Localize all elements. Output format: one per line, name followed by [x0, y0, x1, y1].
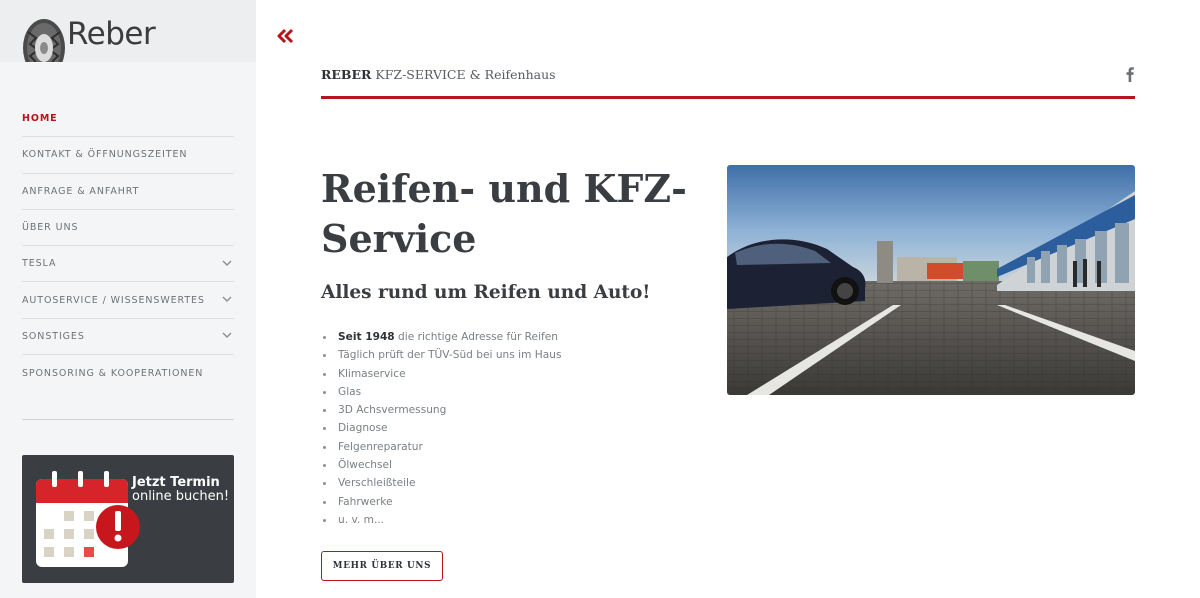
service-list-item: Diagnose — [321, 419, 701, 437]
service-list-item: u. v. m... — [321, 511, 701, 529]
header-divider — [321, 96, 1135, 99]
service-text: Täglich prüft der TÜV-Süd bei uns im Hau… — [338, 349, 562, 362]
sidebar-item-autoservice-wissenswertes[interactable]: AUTOSERVICE / WISSENSWERTES — [22, 282, 234, 319]
service-list: Seit 1948 die richtige Adresse für Reife… — [321, 328, 701, 529]
service-text: Klimaservice — [338, 367, 406, 380]
sidebar-item-anfrage-anfahrt[interactable]: ANFRAGE & ANFAHRT — [22, 174, 234, 210]
brand-tagline: KFZ-SERVICE & Reifenhaus — [371, 67, 556, 82]
service-list-item: Seit 1948 die richtige Adresse für Reife… — [321, 328, 701, 346]
sidebar-item-über-uns[interactable]: ÜBER UNS — [22, 210, 234, 247]
facebook-icon[interactable] — [1122, 66, 1138, 82]
banner-subtitle: online buchen! — [132, 489, 230, 504]
service-list-item: Felgenreparatur — [321, 438, 701, 456]
sidebar-item-label: KONTAKT & ÖFFNUNGSZEITEN — [22, 149, 188, 161]
sidebar-item-home[interactable]: HOME — [22, 101, 234, 138]
sidebar-item-label: SPONSORING & KOOPERATIONEN — [22, 367, 204, 379]
service-text: Ölwechsel — [338, 459, 392, 472]
service-list-item: Täglich prüft der TÜV-Süd bei uns im Hau… — [321, 346, 701, 364]
hero-photo — [727, 165, 1135, 395]
sidebar-item-label: TESLA — [22, 258, 57, 270]
main-navigation: HOME KONTAKT & ÖFFNUNGSZEITEN ANFRAGE & AN… — [22, 101, 234, 391]
page-title: Reifen- und KFZ-Service — [321, 166, 687, 261]
tire-logo-icon — [23, 19, 65, 62]
sidebar-item-label: ANFRAGE & ANFAHRT — [22, 185, 140, 197]
service-text: Fahrwerke — [338, 495, 393, 508]
sidebar-item-label: SONSTIGES — [22, 330, 85, 342]
sidebar-item-label: AUTOSERVICE / WISSENSWERTES — [22, 294, 205, 306]
service-text: Verschleißteile — [338, 477, 416, 490]
sidebar-item-sonstiges[interactable]: SONSTIGES — [22, 319, 234, 356]
service-text: die richtige Adresse für Reifen — [394, 331, 558, 343]
service-text: Felgenreparatur — [338, 440, 423, 453]
collapse-sidebar-icon[interactable] — [276, 26, 296, 46]
service-text: Diagnose — [338, 422, 388, 435]
brand-name: REBER — [321, 67, 372, 82]
chevron-down-icon[interactable] — [221, 293, 233, 305]
sidebar-item-tesla[interactable]: TESLA — [22, 246, 234, 283]
site-brand[interactable]: REBER KFZ-SERVICE & Reifenhaus — [321, 67, 556, 82]
service-list-item: Fahrwerke — [321, 493, 701, 511]
sidebar-item-sponsoring-kooperationen[interactable]: SPONSORING & KOOPERATIONEN — [22, 355, 234, 391]
service-list-item: Verschleißteile — [321, 474, 701, 492]
service-list-item: Ölwechsel — [321, 456, 701, 474]
sidebar-item-label: ÜBER UNS — [22, 222, 79, 234]
chevron-down-icon[interactable] — [221, 257, 233, 269]
banner-title: Jetzt Termin — [132, 475, 220, 490]
page-subtitle: Alles rund um Reifen und Auto! — [321, 282, 651, 303]
logo[interactable]: Reber — [0, 0, 256, 62]
sidebar-item-label: HOME — [22, 113, 58, 125]
calendar-icon — [36, 471, 140, 567]
logo-text: Reber — [67, 16, 156, 52]
service-highlight: Seit 1948 — [338, 331, 395, 343]
service-text: u. v. m... — [338, 513, 385, 526]
service-text: 3D Achsvermessung — [338, 404, 447, 417]
service-text: Glas — [338, 385, 362, 398]
appointment-banner[interactable]: Jetzt Termin online buchen! — [22, 455, 234, 583]
service-list-item: Klimaservice — [321, 365, 701, 383]
chevron-down-icon[interactable] — [221, 329, 233, 341]
more-about-us-button[interactable]: MEHR ÜBER UNS — [321, 551, 443, 581]
sidebar-divider — [22, 419, 234, 420]
service-list-item: 3D Achsvermessung — [321, 401, 701, 419]
sidebar-item-kontakt-öffnungszeiten[interactable]: KONTAKT & ÖFFNUNGSZEITEN — [22, 137, 234, 174]
service-list-item: Glas — [321, 383, 701, 401]
sidebar: Reber HOME KONTAKT & ÖFFNUNGSZEITEN ANFRAG… — [0, 0, 256, 598]
